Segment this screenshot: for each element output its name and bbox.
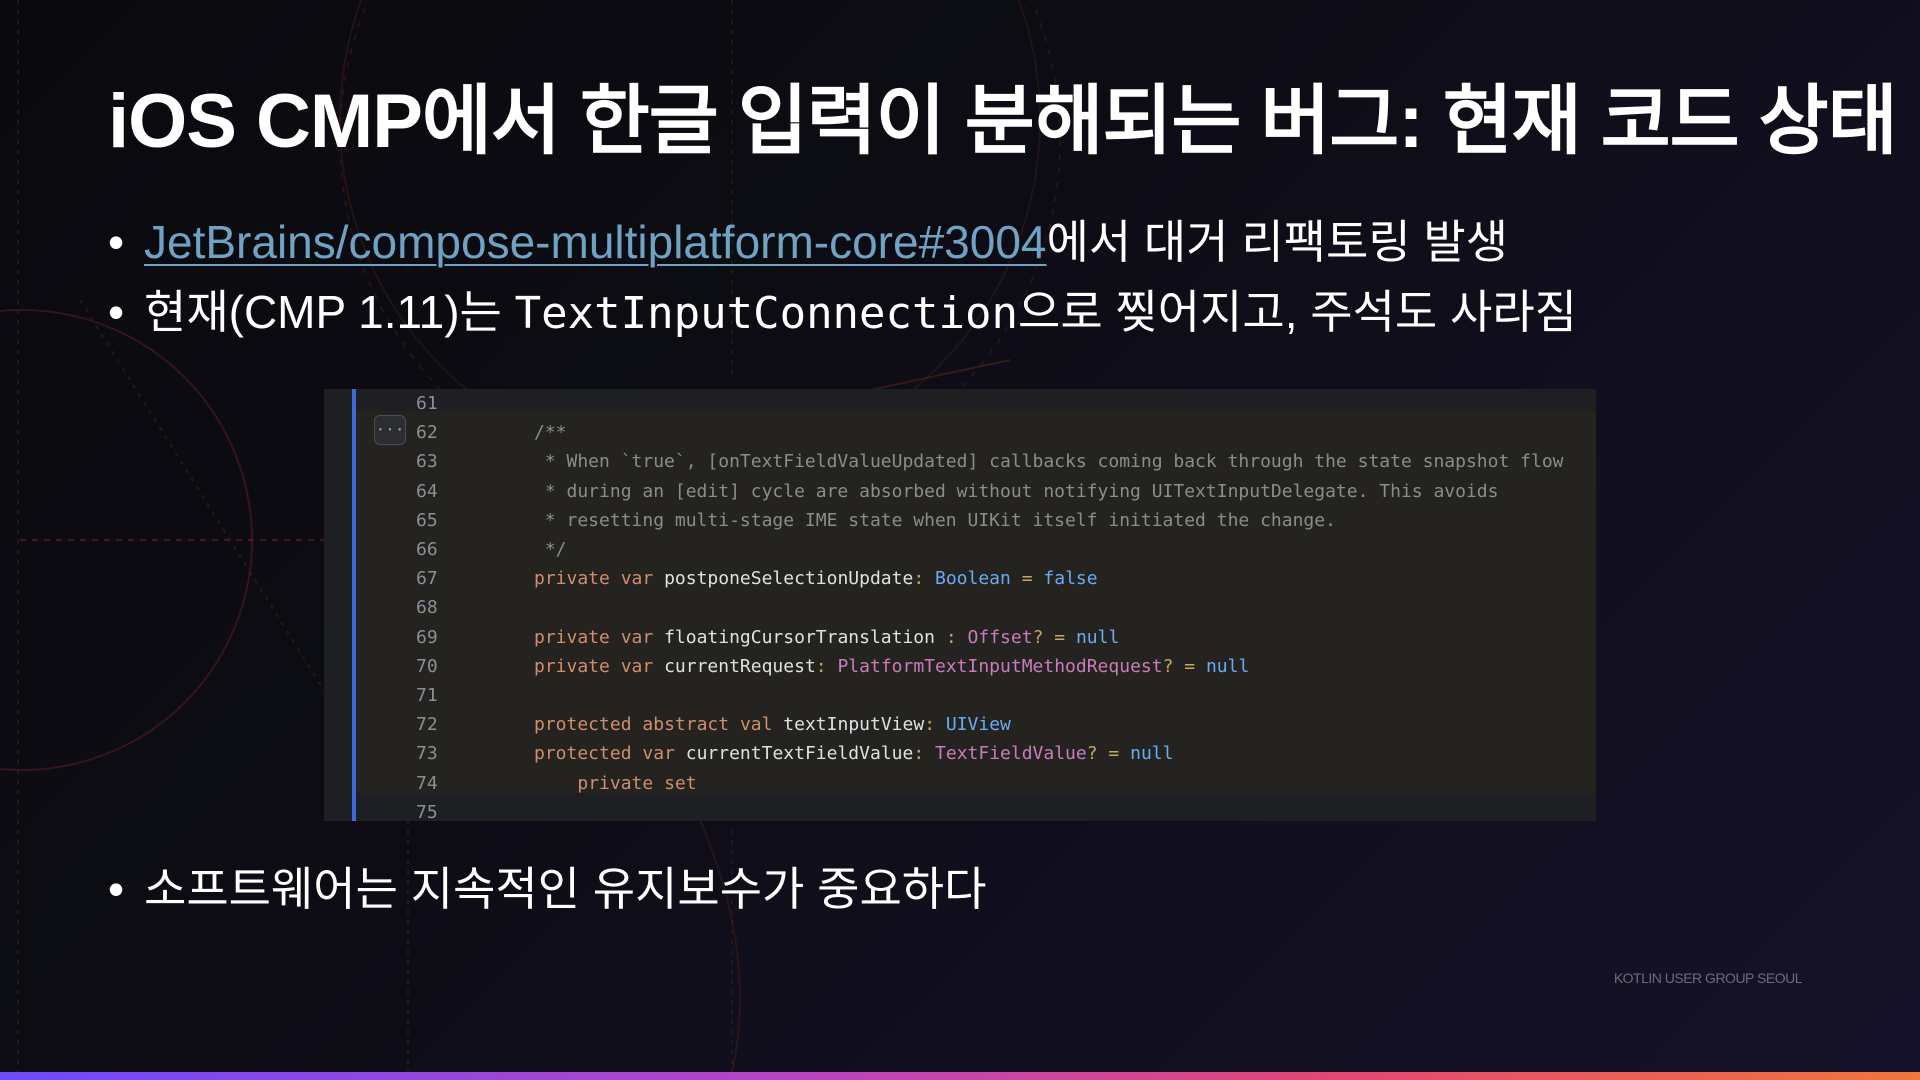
code-text: protected abstract val textInputView: UI… <box>534 714 1011 736</box>
bullet-text-prefix: 현재(CMP 1.11)는 <box>144 286 515 338</box>
bullet-dot: • <box>108 286 125 338</box>
bullet-item-3: • 소프트웨어는 지속적인 유지보수가 중요하다 <box>108 862 986 917</box>
line-number: 65 <box>416 509 438 531</box>
line-number: 71 <box>416 685 438 706</box>
gradient-accent-bar <box>0 1072 1920 1080</box>
github-issue-link[interactable]: JetBrains/compose-multiplatform-core#300… <box>144 216 1047 268</box>
line-number: 68 <box>416 597 438 619</box>
code-text: /** <box>534 422 567 444</box>
code-text: * resetting multi-stage IME state when U… <box>534 509 1336 531</box>
line-number: 64 <box>416 480 438 502</box>
code-text: * When `true`, [onTextFieldValueUpdated]… <box>534 451 1564 473</box>
line-number: 61 <box>416 393 438 414</box>
code-text: private var postponeSelectionUpdate: Boo… <box>534 568 1098 590</box>
line-number: 63 <box>416 451 438 473</box>
line-number: 69 <box>416 626 438 648</box>
footer-brand: KOTLIN USER GROUP SEOUL <box>1613 970 1803 986</box>
code-text: */ <box>534 539 567 560</box>
code-text: private var currentRequest: PlatformText… <box>534 655 1250 677</box>
line-number: 67 <box>416 568 438 590</box>
line-number: 73 <box>416 743 438 765</box>
line-number: 75 <box>416 801 438 821</box>
line-number: 70 <box>416 655 438 677</box>
line-number: 74 <box>416 772 438 794</box>
bullet-text: 소프트웨어는 지속적인 유지보수가 중요하다 <box>144 863 987 915</box>
bullet-dot: • <box>108 216 125 268</box>
bullet-item-2: • 현재(CMP 1.11)는 TextInputConnection으로 찢어지… <box>108 285 1577 341</box>
code-text: private set <box>577 772 697 794</box>
bullet-text-suffix: 으로 찢어지고, 주석도 사라짐 <box>1018 286 1577 338</box>
bullet-text: 에서 대거 리팩토링 발생 <box>1046 216 1509 268</box>
code-screenshot: ··· 61 62 /** 63 * When `true`, [onTextFiel… <box>324 389 1596 821</box>
line-number: 66 <box>416 539 438 560</box>
code-text: private var floatingCursorTranslation : … <box>534 626 1120 648</box>
code-text: protected var currentTextFieldValue: Tex… <box>534 743 1174 765</box>
code-text: * during an [edit] cycle are absorbed wi… <box>534 480 1499 502</box>
bullet-item-1: • JetBrains/compose-multiplatform-core#30… <box>108 215 1508 270</box>
inline-code: TextInputConnection <box>514 288 1018 339</box>
slide-title: iOS CMP에서 한글 입력이 분해되는 버그: 현재 코드 상태 <box>108 79 1898 164</box>
line-number: 62 <box>416 422 438 444</box>
bullet-dot: • <box>108 863 125 915</box>
fold-ellipsis-icon[interactable]: ··· <box>374 415 406 445</box>
line-number: 72 <box>416 714 438 736</box>
